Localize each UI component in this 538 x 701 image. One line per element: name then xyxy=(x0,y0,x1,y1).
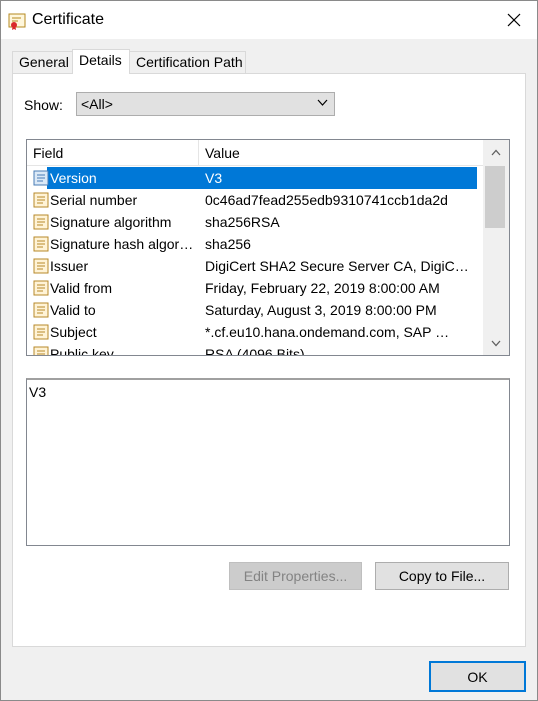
row-field: Valid to xyxy=(50,302,96,318)
certificate-field-icon xyxy=(33,214,49,230)
row-value: Friday, February 22, 2019 8:00:00 AM xyxy=(205,280,440,296)
tab-general-label: General xyxy=(19,54,69,70)
chevron-down-icon xyxy=(317,99,328,106)
certificate-icon xyxy=(8,13,26,30)
table-row[interactable]: Valid from Friday, February 22, 2019 8:00… xyxy=(27,277,484,299)
show-label: Show: xyxy=(24,97,63,113)
row-value: DigiCert SHA2 Secure Server CA, DigiC… xyxy=(205,258,469,274)
row-value: Saturday, August 3, 2019 8:00:00 PM xyxy=(205,302,437,318)
row-field: Subject xyxy=(50,324,97,340)
row-field: Valid from xyxy=(50,280,112,296)
table-row[interactable]: Signature hash algor… sha256 xyxy=(27,233,484,255)
table-row[interactable]: Valid to Saturday, August 3, 2019 8:00:00… xyxy=(27,299,484,321)
table-row[interactable]: Serial number 0c46ad7fead255edb9310741ccb… xyxy=(27,189,484,211)
show-dropdown[interactable]: <All> xyxy=(76,92,335,116)
scroll-thumb[interactable] xyxy=(485,166,505,228)
ok-label: OK xyxy=(467,668,488,685)
title-bar: Certificate xyxy=(1,1,537,39)
field-value-box[interactable]: V3 xyxy=(26,378,510,546)
column-header-field[interactable]: Field xyxy=(33,145,63,161)
certificate-field-icon xyxy=(33,302,49,318)
table-row[interactable]: Signature algorithm sha256RSA xyxy=(27,211,484,233)
window-title: Certificate xyxy=(32,11,105,28)
certificate-field-icon xyxy=(33,170,49,186)
tab-general[interactable]: General xyxy=(12,51,73,73)
table-row[interactable]: Issuer DigiCert SHA2 Secure Server CA, Di… xyxy=(27,255,484,277)
certificate-field-icon xyxy=(33,346,49,355)
tab-details[interactable]: Details xyxy=(72,49,130,74)
copy-to-file-label: Copy to File... xyxy=(398,568,486,584)
show-dropdown-value: <All> xyxy=(81,96,113,112)
tab-details-label: Details xyxy=(79,52,122,68)
copy-to-file-button[interactable]: Copy to File... xyxy=(375,562,509,590)
certificate-field-icon xyxy=(33,192,49,208)
list-header: Field Value xyxy=(27,140,484,166)
row-value: sha256 xyxy=(205,236,251,252)
close-icon xyxy=(507,13,521,27)
row-value: 0c46ad7fead255edb9310741ccb1da2d xyxy=(205,192,448,208)
scroll-down-button[interactable] xyxy=(483,333,509,353)
tab-certification-path[interactable]: Certification Path xyxy=(129,51,246,73)
list-scrollbar[interactable] xyxy=(483,140,509,355)
certificate-field-icon xyxy=(33,324,49,340)
field-value-text: V3 xyxy=(29,384,47,400)
certificate-field-icon xyxy=(33,258,49,274)
row-value: V3 xyxy=(205,170,223,186)
tab-certification-path-label: Certification Path xyxy=(136,54,243,70)
chevron-down-icon xyxy=(491,340,501,346)
close-button[interactable] xyxy=(491,1,537,39)
certificate-dialog: Certificate General Details Certificatio… xyxy=(0,0,538,701)
table-row[interactable]: Public key RSA (4096 Bits) xyxy=(27,343,484,356)
row-value: RSA (4096 Bits) xyxy=(205,346,305,356)
certificate-field-icon xyxy=(33,236,49,252)
table-row[interactable]: Version V3 xyxy=(27,167,484,189)
row-field: Signature algorithm xyxy=(50,214,172,230)
scroll-up-button[interactable] xyxy=(483,142,509,162)
chevron-up-icon xyxy=(491,149,501,155)
row-value: sha256RSA xyxy=(205,214,280,230)
row-field: Signature hash algor… xyxy=(50,236,194,252)
certificate-field-icon xyxy=(33,280,49,296)
ok-button[interactable]: OK xyxy=(429,661,526,692)
row-field: Public key xyxy=(50,346,114,356)
column-divider[interactable] xyxy=(198,140,199,165)
row-field: Serial number xyxy=(50,192,138,208)
row-field: Version xyxy=(50,170,97,186)
edit-properties-label: Edit Properties... xyxy=(243,568,348,584)
row-value: *.cf.eu10.hana.ondemand.com, SAP … xyxy=(205,324,450,340)
edit-properties-button[interactable]: Edit Properties... xyxy=(229,562,362,590)
row-field: Issuer xyxy=(50,258,89,274)
table-row[interactable]: Subject *.cf.eu10.hana.ondemand.com, SAP … xyxy=(27,321,484,343)
column-header-value[interactable]: Value xyxy=(205,145,240,161)
fields-list[interactable]: Field Value Version V3 Serial number 0c46ad… xyxy=(26,139,510,356)
